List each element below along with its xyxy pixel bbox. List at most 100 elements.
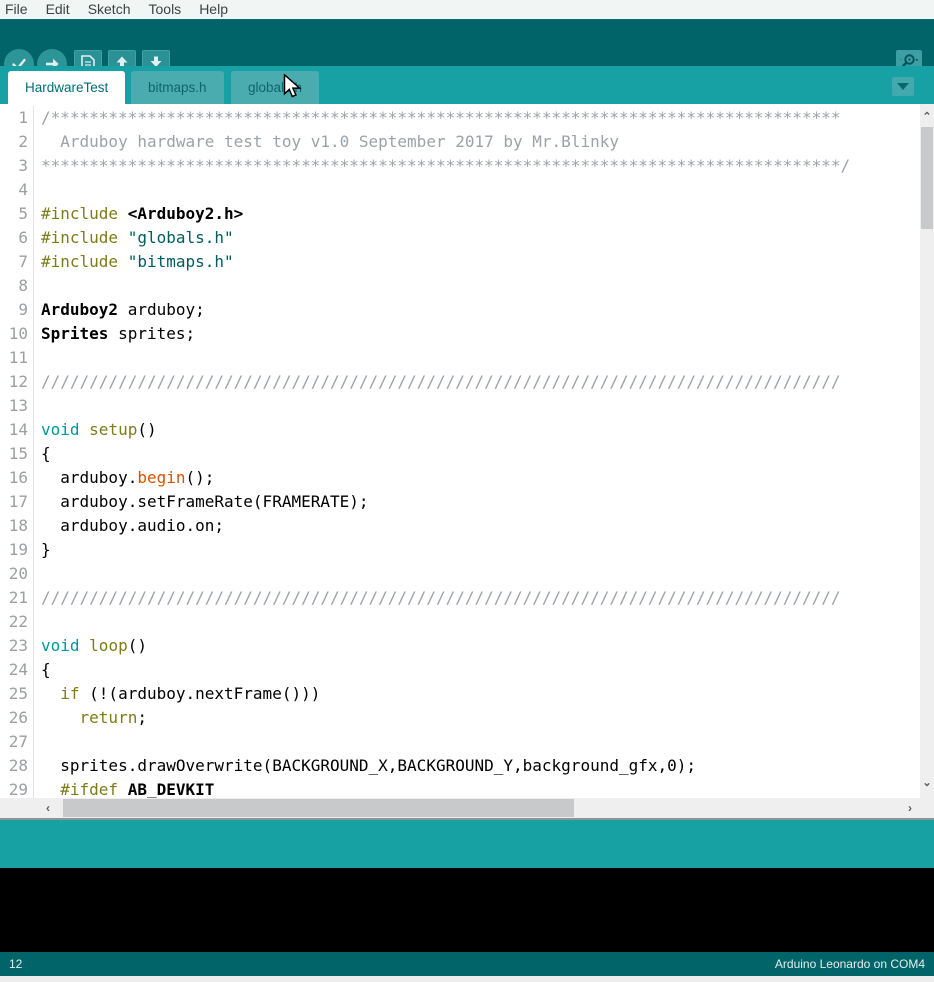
line-number: 17 [0, 490, 34, 514]
line-number: 8 [0, 274, 34, 298]
line-number: 16 [0, 466, 34, 490]
code-line: 2 Arduboy hardware test toy v1.0 Septemb… [0, 130, 920, 154]
toolbar [0, 20, 934, 66]
line-number: 21 [0, 586, 34, 610]
code-text: Arduboy hardware test toy v1.0 September… [34, 130, 619, 154]
code-text [34, 394, 41, 418]
line-number: 28 [0, 754, 34, 778]
code-line: 21//////////////////////////////////////… [0, 586, 920, 610]
line-number: 7 [0, 250, 34, 274]
line-number: 9 [0, 298, 34, 322]
code-line: 13 [0, 394, 920, 418]
code-line: 17 arduboy.setFrameRate(FRAMERATE); [0, 490, 920, 514]
cursor-line-indicator: 12 [9, 957, 22, 971]
chevron-down-icon [897, 83, 909, 90]
line-number: 18 [0, 514, 34, 538]
horizontal-scrollbar-thumb[interactable] [63, 799, 574, 817]
code-line: 26 return; [0, 706, 920, 730]
line-number: 13 [0, 394, 34, 418]
line-number: 6 [0, 226, 34, 250]
code-text: ////////////////////////////////////////… [34, 586, 841, 610]
line-number: 29 [0, 778, 34, 798]
code-text: { [34, 658, 51, 682]
line-number: 12 [0, 370, 34, 394]
code-line: 1/**************************************… [0, 106, 920, 130]
code-text: #include <Arduboy2.h> [34, 202, 243, 226]
board-port-indicator: Arduino Leonardo on COM4 [775, 957, 925, 971]
line-number: 20 [0, 562, 34, 586]
code-line: 16 arduboy.begin(); [0, 466, 920, 490]
tab-hardwaretest[interactable]: HardwareTest [8, 71, 125, 104]
code-text: arduboy.setFrameRate(FRAMERATE); [34, 490, 369, 514]
vertical-scrollbar-thumb[interactable] [921, 127, 933, 229]
code-text: if (!(arduboy.nextFrame())) [34, 682, 320, 706]
code-line: 24{ [0, 658, 920, 682]
scroll-right-icon[interactable]: › [908, 798, 912, 818]
code-line: 15{ [0, 442, 920, 466]
line-number: 26 [0, 706, 34, 730]
code-text: Sprites sprites; [34, 322, 195, 346]
line-number: 4 [0, 178, 34, 202]
code-line: 10Sprites sprites; [0, 322, 920, 346]
code-line: 27 [0, 730, 920, 754]
code-text [34, 730, 41, 754]
tab-bar: HardwareTestbitmaps.hglobals.h [0, 66, 934, 104]
code-text [34, 610, 41, 634]
line-number: 19 [0, 538, 34, 562]
code-text: } [34, 538, 51, 562]
line-number: 2 [0, 130, 34, 154]
code-line: 3***************************************… [0, 154, 920, 178]
code-line: 8 [0, 274, 920, 298]
code-line: 22 [0, 610, 920, 634]
menu-bar: FileEditSketchToolsHelp [0, 0, 934, 20]
scroll-up-icon[interactable]: ⌃ [920, 110, 934, 124]
code-line: 12//////////////////////////////////////… [0, 370, 920, 394]
code-line: 11 [0, 346, 920, 370]
menu-item-tools[interactable]: Tools [140, 1, 191, 19]
code-line: 7#include "bitmaps.h" [0, 250, 920, 274]
menu-item-sketch[interactable]: Sketch [79, 1, 140, 19]
line-number: 15 [0, 442, 34, 466]
line-number: 3 [0, 154, 34, 178]
code-text: sprites.drawOverwrite(BACKGROUND_X,BACKG… [34, 754, 696, 778]
code-line: 4 [0, 178, 920, 202]
code-text [34, 274, 41, 298]
code-text: void loop() [34, 634, 147, 658]
line-number: 11 [0, 346, 34, 370]
tab-bitmaps-h[interactable]: bitmaps.h [131, 71, 224, 104]
line-number: 24 [0, 658, 34, 682]
code-line: 28 sprites.drawOverwrite(BACKGROUND_X,BA… [0, 754, 920, 778]
code-text [34, 346, 41, 370]
line-number: 22 [0, 610, 34, 634]
code-line: 19} [0, 538, 920, 562]
horizontal-scrollbar[interactable]: ‹ › [0, 798, 934, 820]
code-text: ****************************************… [34, 154, 850, 178]
code-line: 18 arduboy.audio.on; [0, 514, 920, 538]
menu-item-edit[interactable]: Edit [37, 1, 79, 19]
line-number: 27 [0, 730, 34, 754]
code-line: 14void setup() [0, 418, 920, 442]
code-editor[interactable]: 1/**************************************… [0, 104, 920, 798]
code-text: void setup() [34, 418, 157, 442]
vertical-scrollbar[interactable]: ⌃ ⌄ [920, 104, 934, 798]
code-text: { [34, 442, 51, 466]
code-text: arduboy.begin(); [34, 466, 214, 490]
status-strip [0, 820, 934, 868]
menu-item-file[interactable]: File [0, 1, 37, 19]
line-number: 10 [0, 322, 34, 346]
code-text: #ifdef AB_DEVKIT [34, 778, 214, 798]
scroll-down-icon[interactable]: ⌄ [920, 776, 934, 790]
code-line: 6#include "globals.h" [0, 226, 920, 250]
line-number: 23 [0, 634, 34, 658]
code-text: #include "bitmaps.h" [34, 250, 234, 274]
console-output [0, 868, 934, 952]
scroll-left-icon[interactable]: ‹ [46, 798, 50, 818]
tab-list-dropdown-button[interactable] [892, 77, 914, 96]
line-number: 25 [0, 682, 34, 706]
menu-item-help[interactable]: Help [190, 1, 237, 19]
line-number: 1 [0, 106, 34, 130]
tab-globals-h[interactable]: globals.h [231, 71, 319, 104]
code-text: return; [34, 706, 147, 730]
line-number: 14 [0, 418, 34, 442]
code-text: Arduboy2 arduboy; [34, 298, 205, 322]
